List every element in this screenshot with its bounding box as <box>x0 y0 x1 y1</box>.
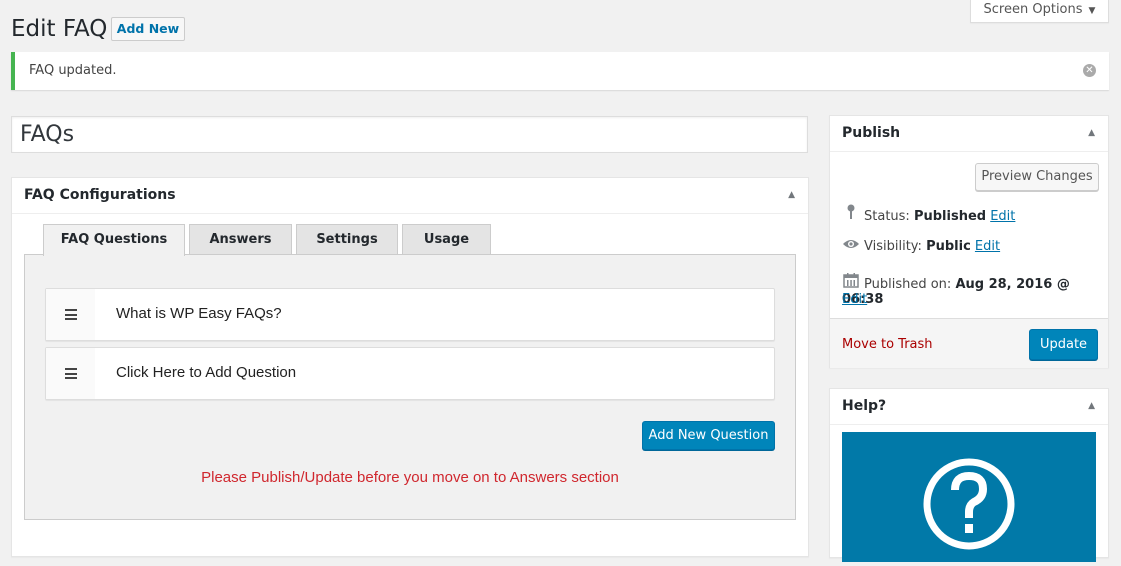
faq-configurations-box: FAQ Configurations ▲ FAQ Questions Answe… <box>11 177 809 557</box>
notice-message: FAQ updated. <box>29 63 117 78</box>
visibility-row: Visibility: Public Edit <box>842 238 1000 254</box>
hamburger-icon <box>65 368 77 379</box>
publish-title: Publish <box>842 125 901 141</box>
faq-questions-panel: What is WP Easy FAQs? Click Here to Add … <box>24 254 796 520</box>
help-title: Help? <box>842 398 887 414</box>
edit-visibility-link[interactable]: Edit <box>975 239 1000 254</box>
publish-box: Publish ▲ Preview Changes Status: Publis… <box>829 115 1109 368</box>
edit-date-row: Edit <box>842 292 867 307</box>
dismiss-icon[interactable]: ✕ <box>1083 64 1096 77</box>
caret-down-icon: ▼ <box>1088 6 1096 16</box>
post-status-row: Status: Published Edit <box>842 204 1015 224</box>
question-item[interactable]: What is WP Easy FAQs? <box>45 288 775 341</box>
drag-handle[interactable] <box>46 289 95 340</box>
move-to-trash-link[interactable]: Move to Trash <box>842 337 933 352</box>
tab-settings[interactable]: Settings <box>296 224 398 255</box>
tab-faq-questions[interactable]: FAQ Questions <box>43 224 185 256</box>
publish-warning-message: Please Publish/Update before you move on… <box>201 469 619 486</box>
toggle-arrow-icon[interactable]: ▲ <box>1088 389 1095 423</box>
question-text: What is WP Easy FAQs? <box>116 305 282 322</box>
screen-options-button[interactable]: Screen Options ▼ <box>970 0 1109 23</box>
faq-configurations-title: FAQ Configurations <box>24 187 176 203</box>
preview-changes-button[interactable]: Preview Changes <box>975 163 1099 191</box>
tab-usage[interactable]: Usage <box>402 224 491 255</box>
add-new-button[interactable]: Add New <box>111 17 185 41</box>
edit-date-link[interactable]: Edit <box>842 292 867 307</box>
toggle-arrow-icon[interactable]: ▲ <box>788 178 795 212</box>
toggle-arrow-icon[interactable]: ▲ <box>1088 116 1095 150</box>
tab-answers[interactable]: Answers <box>189 224 292 255</box>
status-value: Published <box>913 209 987 224</box>
question-mark-icon <box>923 458 1015 550</box>
add-new-question-button[interactable]: Add New Question <box>642 421 775 450</box>
faq-configurations-header[interactable]: FAQ Configurations ▲ <box>12 178 808 214</box>
published-on-row: Published on: Aug 28, 2016 @ 06:38 <box>842 272 1108 307</box>
post-title-input[interactable]: FAQs <box>11 116 808 153</box>
hamburger-icon <box>65 309 77 320</box>
screen-options-label: Screen Options <box>983 2 1083 17</box>
updated-notice: FAQ updated. ✕ <box>11 52 1109 90</box>
drag-handle[interactable] <box>46 348 95 399</box>
eye-icon <box>842 238 860 254</box>
publish-header[interactable]: Publish ▲ <box>830 116 1108 152</box>
major-publishing-actions: Move to Trash Update <box>830 318 1108 368</box>
visibility-value: Public <box>926 239 971 254</box>
help-banner[interactable] <box>842 432 1096 562</box>
edit-status-link[interactable]: Edit <box>990 209 1015 224</box>
pin-icon <box>842 204 860 224</box>
question-text: Click Here to Add Question <box>116 364 297 381</box>
question-item[interactable]: Click Here to Add Question <box>45 347 775 400</box>
help-header[interactable]: Help? ▲ <box>830 389 1108 425</box>
update-button[interactable]: Update <box>1029 329 1098 360</box>
page-title: Edit FAQ <box>11 16 108 42</box>
help-box: Help? ▲ <box>829 388 1109 562</box>
calendar-icon <box>842 272 860 292</box>
